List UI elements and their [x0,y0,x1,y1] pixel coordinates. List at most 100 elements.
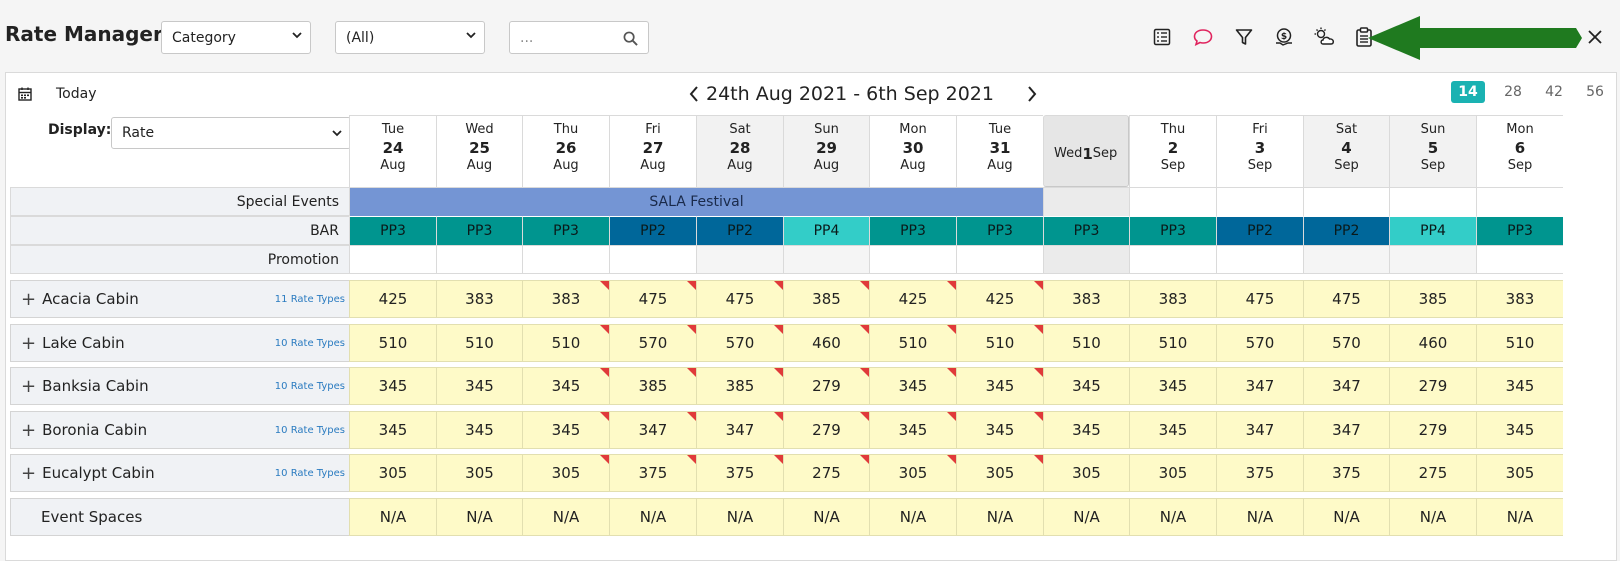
date-header-cell[interactable]: Sun 29 Aug [783,115,869,187]
rate-cell[interactable]: 345 [1476,411,1563,449]
rate-cell[interactable]: 510 [956,324,1043,362]
promotion-cell[interactable] [1476,245,1563,274]
rate-cell[interactable]: 305 [869,454,956,492]
event-space-cell[interactable]: N/A [1476,498,1563,536]
rate-cell[interactable]: 347 [1216,411,1303,449]
rate-cell[interactable]: 383 [1476,280,1563,318]
event-space-cell[interactable]: N/A [1216,498,1303,536]
promotion-cell[interactable] [436,245,522,274]
rate-cell[interactable]: 347 [696,411,783,449]
date-header-cell[interactable]: Thu 26 Aug [522,115,609,187]
rate-cell[interactable]: 345 [349,411,436,449]
rate-cell[interactable]: 305 [522,454,609,492]
rate-cell[interactable]: 279 [1389,367,1476,405]
promotion-cell[interactable] [1129,245,1216,274]
bar-cell[interactable]: PP3 [522,216,609,245]
expand-plus-icon[interactable]: + [21,289,36,310]
event-space-cell[interactable]: N/A [522,498,609,536]
promotion-cell[interactable] [1303,245,1389,274]
bar-cell[interactable]: PP3 [1043,216,1129,245]
special-event-cell[interactable] [1129,187,1216,216]
expand-plus-icon[interactable]: + [21,333,36,354]
rate-cell[interactable]: 305 [956,454,1043,492]
rate-cell[interactable]: 385 [609,367,696,405]
date-header-cell[interactable]: Wed 25 Aug [436,115,522,187]
rate-cell[interactable]: 347 [609,411,696,449]
expand-plus-icon[interactable]: + [21,463,36,484]
rate-cell[interactable]: 383 [436,280,522,318]
promotion-cell[interactable] [349,245,436,274]
rate-cell[interactable]: 510 [1043,324,1129,362]
rate-cell[interactable]: 345 [869,411,956,449]
promotion-cell[interactable] [696,245,783,274]
date-header-cell[interactable]: Sat 28 Aug [696,115,783,187]
bar-cell[interactable]: PP2 [696,216,783,245]
room-row-label[interactable]: + Lake Cabin 10 Rate Types [10,324,349,362]
promotion-cell[interactable] [956,245,1043,274]
close-icon[interactable] [1583,25,1607,49]
date-header-cell[interactable]: Tue 31 Aug [956,115,1043,187]
rate-cell[interactable]: 345 [1129,367,1216,405]
date-header-cell[interactable]: Thu 2 Sep [1129,115,1216,187]
list-icon[interactable] [1150,25,1174,49]
date-header-cell[interactable]: Mon 6 Sep [1476,115,1563,187]
rate-types-link[interactable]: 10 Rate Types [275,381,345,392]
special-event-cell[interactable] [1303,187,1389,216]
special-event-bar[interactable]: SALA Festival [349,187,1043,216]
rate-cell[interactable]: 345 [1043,411,1129,449]
rate-cell[interactable]: 345 [436,367,522,405]
rate-cell[interactable]: 375 [1216,454,1303,492]
rate-cell[interactable]: 345 [956,411,1043,449]
rate-cell[interactable]: 305 [1043,454,1129,492]
rate-cell[interactable]: 570 [1216,324,1303,362]
rate-cell[interactable]: 570 [1303,324,1389,362]
bar-cell[interactable]: PP3 [349,216,436,245]
bar-cell[interactable]: PP2 [609,216,696,245]
date-header-cell[interactable]: Sun 5 Sep [1389,115,1476,187]
rate-cell[interactable]: 425 [869,280,956,318]
bar-cell[interactable]: PP3 [436,216,522,245]
special-event-cell[interactable] [1389,187,1476,216]
rate-cell[interactable]: 475 [1303,280,1389,318]
room-row-label[interactable]: + Acacia Cabin 11 Rate Types [10,280,349,318]
rate-cell[interactable]: 347 [1303,367,1389,405]
bar-cell[interactable]: PP4 [783,216,869,245]
bar-cell[interactable]: PP3 [1129,216,1216,245]
event-space-cell[interactable]: N/A [1043,498,1129,536]
rate-cell[interactable]: 345 [869,367,956,405]
rate-types-link[interactable]: 11 Rate Types [275,294,345,305]
bar-cell[interactable]: PP3 [956,216,1043,245]
expand-plus-icon[interactable]: + [21,420,36,441]
rate-cell[interactable]: 275 [783,454,869,492]
rate-cell[interactable]: 385 [783,280,869,318]
rate-cell[interactable]: 475 [1216,280,1303,318]
date-header-cell[interactable]: Fri 27 Aug [609,115,696,187]
rate-cell[interactable]: 383 [1043,280,1129,318]
rate-cell[interactable]: 475 [696,280,783,318]
rate-types-link[interactable]: 10 Rate Types [275,468,345,479]
rate-cell[interactable]: 347 [1216,367,1303,405]
rate-cell[interactable]: 425 [349,280,436,318]
category-select[interactable]: Category [161,21,311,54]
day-option-56[interactable]: 56 [1578,81,1612,103]
event-space-cell[interactable]: N/A [869,498,956,536]
promotion-cell[interactable] [1216,245,1303,274]
promotion-cell[interactable] [783,245,869,274]
rate-cell[interactable]: 510 [436,324,522,362]
rate-cell[interactable]: 375 [1303,454,1389,492]
rate-cell[interactable]: 345 [436,411,522,449]
day-option-42[interactable]: 42 [1537,81,1571,103]
rate-cell[interactable]: 383 [522,280,609,318]
promotion-cell[interactable] [1389,245,1476,274]
rate-cell[interactable]: 347 [1303,411,1389,449]
rate-cell[interactable]: 275 [1389,454,1476,492]
rate-types-link[interactable]: 10 Rate Types [275,425,345,436]
rate-cell[interactable]: 385 [696,367,783,405]
rate-cell[interactable]: 279 [783,411,869,449]
rate-cell[interactable]: 345 [349,367,436,405]
rate-cell[interactable]: 375 [696,454,783,492]
event-space-cell[interactable]: N/A [956,498,1043,536]
rate-cell[interactable]: 460 [783,324,869,362]
rate-cell[interactable]: 460 [1389,324,1476,362]
rate-cell[interactable]: 279 [1389,411,1476,449]
